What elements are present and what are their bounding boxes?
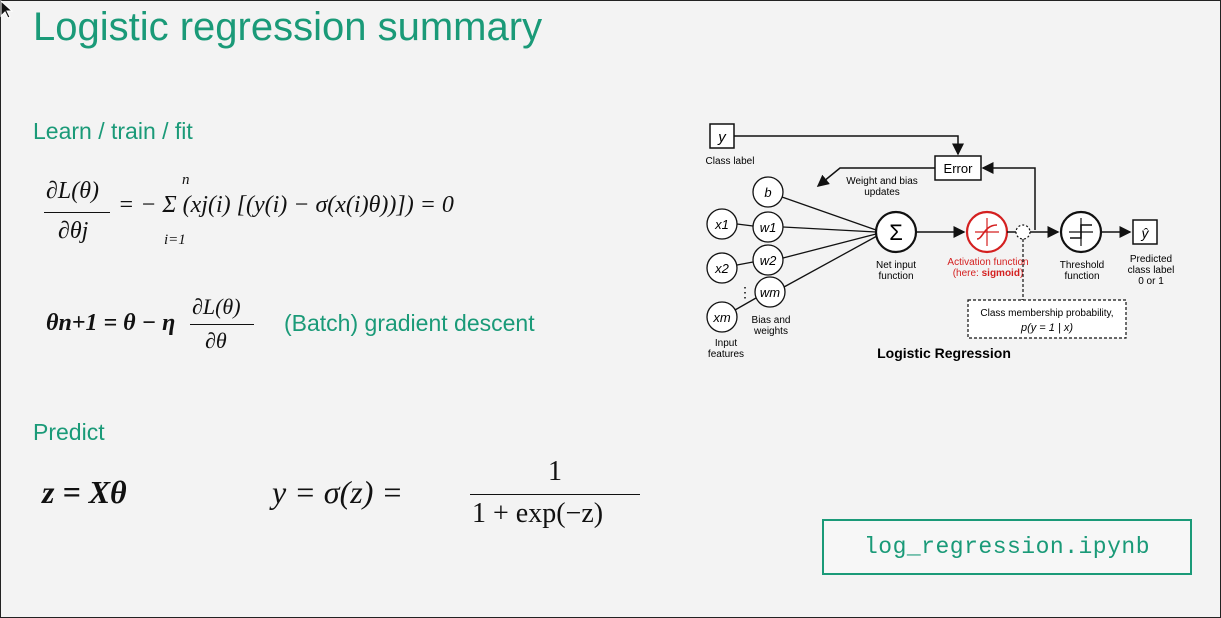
class-membership-line1: Class membership probability,	[980, 308, 1113, 319]
class-label-text: Class label	[706, 156, 755, 167]
bias-weights-line2: weights	[753, 326, 788, 337]
x1-label: x1	[714, 217, 729, 232]
wm-label: wm	[760, 285, 780, 300]
weight-bias-updates-line2: updates	[864, 187, 900, 198]
diagram-title: Logistic Regression	[877, 345, 1011, 361]
gradient-denominator: ∂θj	[58, 218, 89, 244]
input-features-line1: Input	[715, 338, 737, 349]
threshold-line2: function	[1064, 271, 1099, 282]
notebook-file-box[interactable]: log_regression.ipynb	[822, 519, 1192, 575]
w2-label: w2	[760, 253, 777, 268]
wm-sum-link	[783, 235, 878, 288]
input-features-line2: features	[708, 349, 744, 360]
predict-y-equation: y = σ(z) =	[272, 474, 403, 510]
activation-line2: (here: sigmoid)	[953, 268, 1024, 279]
x2-w2-link	[736, 261, 754, 266]
predict-heading: Predict	[33, 419, 105, 445]
xm-label: xm	[712, 310, 731, 325]
gradient-fraction-bar	[44, 212, 110, 213]
update-numerator: ∂L(θ)	[192, 294, 241, 319]
logistic-regression-diagram: y Class label Error Weight and bias upda…	[706, 123, 1175, 361]
x2-label: x2	[714, 261, 730, 276]
predicted-line3: 0 or 1	[1138, 276, 1164, 287]
bias-weights-line1: Bias and	[752, 315, 791, 326]
mouse-cursor-icon	[0, 0, 14, 19]
net-input-line1: Net input	[876, 260, 916, 271]
w2-sum-link	[782, 233, 877, 259]
net-input-line2: function	[878, 271, 913, 282]
sum-lower-limit: i=1	[164, 232, 186, 248]
class-membership-line2: p(y = 1 | x)	[1020, 322, 1073, 334]
probability-node	[1015, 224, 1031, 240]
gradient-descent-caption: (Batch) gradient descent	[284, 310, 535, 336]
weight-bias-updates-line1: Weight and bias	[846, 176, 918, 187]
b-label: b	[764, 185, 771, 200]
predict-z-equation: z = Xθ	[42, 474, 127, 510]
update-fraction-bar	[190, 324, 254, 325]
x1-w1-link	[736, 223, 754, 227]
learn-heading: Learn / train / fit	[33, 118, 193, 144]
predict-denominator: 1 + exp(−z)	[472, 498, 604, 529]
predict-numerator: 1	[548, 456, 562, 487]
label-to-error-arrow	[734, 135, 964, 156]
gradient-rhs: = − Σ (xj(i) [(y(i) − σ(x(i)θ))]) = 0	[118, 192, 454, 218]
b-sum-link	[781, 196, 877, 231]
sigma-symbol: Σ	[889, 220, 903, 245]
activation-line1: Activation function	[947, 257, 1028, 268]
slide-title: Logistic regression summary	[33, 5, 543, 49]
notebook-file-name: log_regression.ipynb	[863, 534, 1151, 560]
sum-upper-limit: n	[182, 172, 190, 188]
input-ellipsis: ⋮	[738, 284, 752, 300]
gradient-numerator: ∂L(θ)	[46, 178, 99, 204]
predicted-line2: class label	[1128, 265, 1175, 276]
predict-fraction-bar	[470, 494, 640, 495]
update-lhs: θn+1 = θ − η	[46, 310, 176, 336]
error-label: Error	[944, 161, 974, 176]
threshold-line1: Threshold	[1060, 260, 1104, 271]
w1-label: w1	[760, 220, 777, 235]
update-denominator: ∂θ	[205, 328, 227, 353]
w1-sum-link	[782, 226, 877, 233]
predicted-line1: Predicted	[1130, 254, 1172, 265]
y-hat-symbol: ŷ	[1141, 225, 1150, 241]
